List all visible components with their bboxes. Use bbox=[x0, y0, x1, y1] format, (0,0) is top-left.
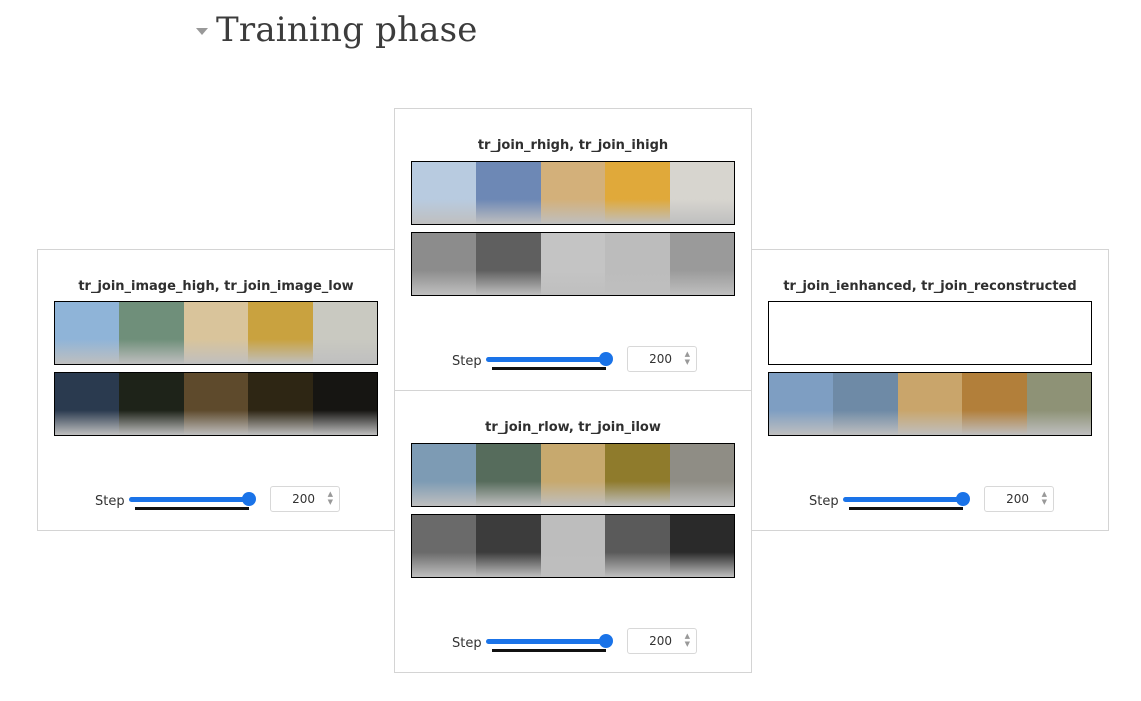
section-title: Training phase bbox=[216, 10, 478, 50]
step-slider[interactable] bbox=[129, 497, 249, 502]
step-value: 200 bbox=[292, 492, 315, 506]
slider-underline bbox=[492, 367, 606, 370]
thumbnail-tile bbox=[605, 444, 670, 506]
image-card-center-bottom: tr_join_rlow, tr_join_ilow Step 200 ▲ ▼ bbox=[394, 390, 752, 673]
image-ilow-strip bbox=[411, 514, 735, 578]
triangle-down-icon[interactable] bbox=[196, 27, 208, 35]
slider-underline bbox=[849, 507, 963, 510]
thumbnail-tile bbox=[55, 373, 120, 435]
thumbnail-tile bbox=[540, 233, 606, 295]
step-control: Step 200 ▲ ▼ bbox=[752, 486, 1108, 514]
thumbnail-tile bbox=[412, 233, 477, 295]
spinner-arrows-icon[interactable]: ▲ ▼ bbox=[1042, 490, 1047, 506]
image-ihigh-strip bbox=[411, 232, 735, 296]
step-control: Step 200 ▲ ▼ bbox=[395, 628, 751, 656]
step-number-input[interactable]: 200 ▲ ▼ bbox=[270, 486, 340, 512]
thumbnail-tile bbox=[412, 444, 477, 506]
slider-underline bbox=[135, 507, 249, 510]
thumbnail-tile bbox=[605, 515, 670, 577]
thumbnail-tile bbox=[55, 302, 120, 364]
section-header[interactable]: Training phase bbox=[196, 10, 478, 50]
thumbnail-tile bbox=[669, 444, 734, 506]
image-rhigh-strip bbox=[411, 161, 735, 225]
step-slider-thumb[interactable] bbox=[599, 352, 613, 366]
thumbnail-tile bbox=[119, 302, 184, 364]
step-label: Step bbox=[95, 494, 125, 509]
thumbnail-tile bbox=[476, 444, 541, 506]
image-high-strip bbox=[54, 301, 378, 365]
slider-underline bbox=[492, 649, 606, 652]
thumbnail-tile bbox=[312, 373, 377, 435]
thumbnail-tile bbox=[769, 373, 834, 435]
step-slider-thumb[interactable] bbox=[599, 634, 613, 648]
spinner-arrows-icon[interactable]: ▲ ▼ bbox=[685, 632, 690, 648]
thumbnail-tile bbox=[669, 162, 734, 224]
step-slider[interactable] bbox=[486, 639, 606, 644]
step-number-input[interactable]: 200 ▲ ▼ bbox=[627, 346, 697, 372]
thumbnail-tile bbox=[412, 515, 477, 577]
image-card-right: tr_join_ienhanced, tr_join_reconstructed… bbox=[751, 249, 1109, 531]
image-low-strip bbox=[54, 372, 378, 436]
thumbnail-tile bbox=[412, 162, 477, 224]
thumbnail-tile bbox=[183, 302, 249, 364]
card-title: tr_join_ienhanced, tr_join_reconstructed bbox=[783, 279, 1077, 294]
image-card-left: tr_join_image_high, tr_join_image_low St… bbox=[37, 249, 395, 531]
thumbnail-tile bbox=[605, 162, 670, 224]
thumbnail-tile bbox=[183, 373, 249, 435]
thumbnail-tile bbox=[897, 373, 963, 435]
thumbnail-tile bbox=[476, 162, 541, 224]
card-title: tr_join_rlow, tr_join_ilow bbox=[485, 420, 661, 435]
step-slider[interactable] bbox=[843, 497, 963, 502]
step-slider-thumb[interactable] bbox=[242, 492, 256, 506]
thumbnail-tile bbox=[476, 515, 541, 577]
thumbnail-tile bbox=[669, 515, 734, 577]
card-title: tr_join_rhigh, tr_join_ihigh bbox=[477, 138, 669, 153]
image-card-center-top: tr_join_rhigh, tr_join_ihigh Step 200 ▲ ▼ bbox=[394, 108, 752, 391]
step-control: Step 200 ▲ ▼ bbox=[38, 486, 394, 514]
spinner-arrows-icon[interactable]: ▲ ▼ bbox=[685, 350, 690, 366]
step-label: Step bbox=[452, 354, 482, 369]
step-slider-thumb[interactable] bbox=[956, 492, 970, 506]
thumbnail-tile bbox=[540, 162, 606, 224]
thumbnail-tile bbox=[669, 233, 734, 295]
step-slider[interactable] bbox=[486, 357, 606, 362]
step-value: 200 bbox=[649, 352, 672, 366]
thumbnail-tile bbox=[119, 373, 184, 435]
thumbnail-tile bbox=[248, 302, 313, 364]
thumbnail-tile bbox=[312, 302, 377, 364]
thumbnail-tile bbox=[540, 515, 606, 577]
card-title: tr_join_image_high, tr_join_image_low bbox=[78, 279, 354, 294]
thumbnail-tile bbox=[962, 373, 1027, 435]
spinner-arrows-icon[interactable]: ▲ ▼ bbox=[328, 490, 333, 506]
image-rlow-strip bbox=[411, 443, 735, 507]
thumbnail-tile bbox=[248, 373, 313, 435]
thumbnail-tile bbox=[1026, 373, 1091, 435]
image-enhanced-strip-empty bbox=[768, 301, 1092, 365]
thumbnail-tile bbox=[605, 233, 670, 295]
step-label: Step bbox=[452, 636, 482, 651]
thumbnail-tile bbox=[540, 444, 606, 506]
image-reconstructed-strip bbox=[768, 372, 1092, 436]
step-number-input[interactable]: 200 ▲ ▼ bbox=[984, 486, 1054, 512]
step-label: Step bbox=[809, 494, 839, 509]
thumbnail-tile bbox=[476, 233, 541, 295]
step-value: 200 bbox=[649, 634, 672, 648]
step-number-input[interactable]: 200 ▲ ▼ bbox=[627, 628, 697, 654]
step-value: 200 bbox=[1006, 492, 1029, 506]
step-control: Step 200 ▲ ▼ bbox=[395, 346, 751, 374]
thumbnail-tile bbox=[833, 373, 898, 435]
